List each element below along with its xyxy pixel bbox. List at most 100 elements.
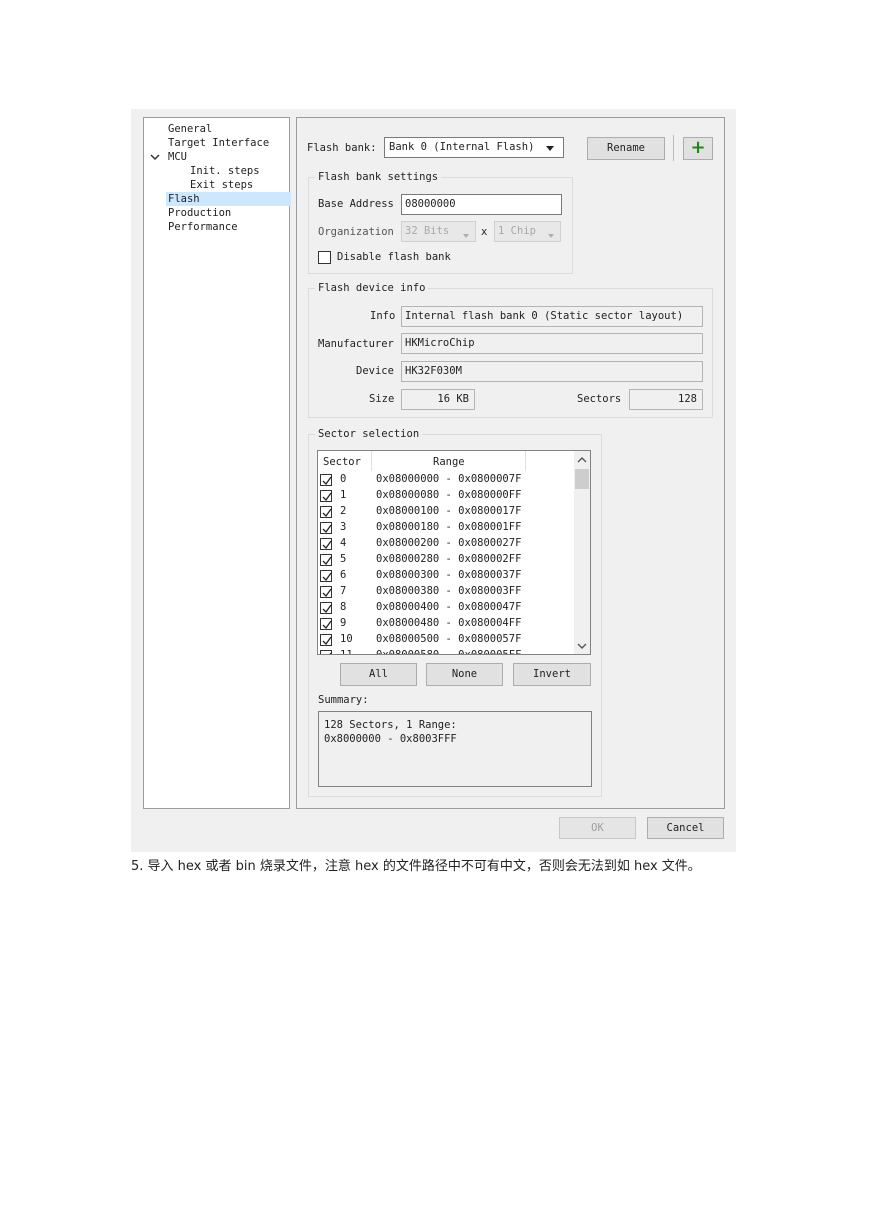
scroll-down-icon[interactable] [577, 641, 587, 653]
sector-range: 0x08000180 - 0x080001FF [376, 521, 522, 533]
organization-chips-select[interactable]: 1 Chip [494, 221, 561, 242]
summary-box: 128 Sectors, 1 Range: 0x8000000 - 0x8003… [318, 711, 592, 787]
dropdown-arrow-icon [547, 228, 555, 247]
sector-list[interactable]: Sector Range 0 0x08000000 - 0x0800007F 1 0x… [317, 450, 591, 655]
organization-label: Organization [318, 226, 394, 238]
sector-checkbox[interactable] [320, 634, 332, 646]
flash-bank-label: Flash bank: [307, 142, 377, 154]
sector-checkbox[interactable] [320, 586, 332, 598]
tree-item-performance[interactable]: Performance [168, 220, 238, 234]
sector-checkbox[interactable] [320, 650, 332, 654]
summary-line-1: 128 Sectors, 1 Range: [324, 719, 457, 731]
sector-number: 1 [340, 489, 347, 501]
sector-selection-title: Sector selection [315, 427, 423, 441]
sector-checkbox[interactable] [320, 490, 332, 502]
sector-number: 8 [340, 601, 347, 613]
scroll-up-icon[interactable] [577, 455, 587, 467]
sector-range: 0x08000200 - 0x0800027F [376, 537, 522, 549]
sector-number: 5 [340, 553, 347, 565]
disable-flash-bank-checkbox[interactable] [318, 251, 331, 264]
tree-item-production[interactable]: Production [168, 206, 231, 220]
sector-number: 7 [340, 585, 347, 597]
select-none-button[interactable]: None [426, 663, 503, 686]
sector-column-header[interactable]: Sector [318, 451, 372, 471]
base-address-label: Base Address [318, 198, 394, 210]
base-address-input[interactable]: 08000000 [401, 194, 562, 215]
cancel-button[interactable]: Cancel [647, 817, 724, 839]
dropdown-arrow-icon [545, 143, 555, 153]
sector-range: 0x08000100 - 0x0800017F [376, 505, 522, 517]
sector-number: 9 [340, 617, 347, 629]
range-column-header[interactable]: Range [372, 451, 526, 471]
sector-range: 0x08000080 - 0x080000FF [376, 489, 522, 501]
table-row[interactable]: 6 0x08000300 - 0x0800037F [318, 568, 573, 584]
sector-range: 0x08000000 - 0x0800007F [376, 473, 522, 485]
sector-checkbox[interactable] [320, 554, 332, 566]
sector-range: 0x08000580 - 0x080005FF [376, 649, 522, 655]
table-row[interactable]: 2 0x08000100 - 0x0800017F [318, 504, 573, 520]
invert-selection-button[interactable]: Invert [513, 663, 591, 686]
table-row[interactable]: 9 0x08000480 - 0x080004FF [318, 616, 573, 632]
sector-number: 0 [340, 473, 347, 485]
sector-checkbox[interactable] [320, 538, 332, 550]
size-label: Size [369, 393, 395, 405]
rename-button[interactable]: Rename [587, 137, 665, 160]
sector-number: 2 [340, 505, 347, 517]
sectors-field[interactable]: 128 [629, 389, 703, 410]
info-field[interactable]: Internal flash bank 0 (Static sector lay… [401, 306, 703, 327]
table-row[interactable]: 5 0x08000280 - 0x080002FF [318, 552, 573, 568]
sector-checkbox[interactable] [320, 522, 332, 534]
organization-chips-value: 1 Chip [498, 225, 536, 237]
tree-item-target-interface[interactable]: Target Interface [168, 136, 269, 150]
manufacturer-field[interactable]: HKMicroChip [401, 333, 703, 354]
settings-tree[interactable]: General Target Interface MCU Init. steps… [143, 117, 291, 809]
select-all-button[interactable]: All [340, 663, 417, 686]
table-row[interactable]: 8 0x08000400 - 0x0800047F [318, 600, 573, 616]
sector-checkbox[interactable] [320, 506, 332, 518]
table-row[interactable]: 4 0x08000200 - 0x0800027F [318, 536, 573, 552]
table-row[interactable]: 0 0x08000000 - 0x0800007F [318, 472, 573, 488]
sector-number: 3 [340, 521, 347, 533]
size-field[interactable]: 16 KB [401, 389, 475, 410]
info-label: Info [370, 310, 396, 322]
table-row[interactable]: 3 0x08000180 - 0x080001FF [318, 520, 573, 536]
sector-range: 0x08000500 - 0x0800057F [376, 633, 522, 645]
dropdown-arrow-icon [462, 228, 470, 247]
summary-line-2: 0x8000000 - 0x8003FFF [324, 733, 457, 745]
tree-item-init-steps[interactable]: Init. steps [190, 164, 260, 178]
sectors-label: Sectors [577, 393, 622, 405]
flash-bank-select[interactable]: Bank 0 (Internal Flash) [384, 137, 564, 158]
device-field[interactable]: HK32F030M [401, 361, 703, 382]
table-row[interactable]: 11 0x08000580 - 0x080005FF [318, 648, 573, 655]
sector-checkbox[interactable] [320, 570, 332, 582]
sector-number: 11 [340, 649, 353, 655]
sector-range: 0x08000480 - 0x080004FF [376, 617, 522, 629]
table-row[interactable]: 10 0x08000500 - 0x0800057F [318, 632, 573, 648]
flash-bank-settings-title: Flash bank settings [315, 170, 442, 184]
sector-checkbox[interactable] [320, 474, 332, 486]
add-bank-button[interactable]: + [683, 137, 713, 160]
scrollbar-thumb[interactable] [575, 469, 589, 489]
device-label: Device [356, 365, 394, 377]
sector-range: 0x08000300 - 0x0800037F [376, 569, 522, 581]
disable-flash-bank-label: Disable flash bank [337, 251, 451, 263]
sector-range: 0x08000380 - 0x080003FF [376, 585, 522, 597]
sector-checkbox[interactable] [320, 618, 332, 630]
table-row[interactable]: 1 0x08000080 - 0x080000FF [318, 488, 573, 504]
tree-item-exit-steps[interactable]: Exit steps [190, 178, 253, 192]
tree-item-mcu[interactable]: MCU [168, 150, 187, 164]
ok-button[interactable]: OK [559, 817, 636, 839]
tree-item-general[interactable]: General [168, 122, 212, 136]
sector-range: 0x08000280 - 0x080002FF [376, 553, 522, 565]
summary-label: Summary: [318, 694, 369, 706]
tree-item-flash[interactable]: Flash [166, 192, 291, 206]
chevron-down-icon[interactable] [149, 150, 161, 164]
organization-times-label: x [481, 226, 488, 238]
sector-number: 10 [340, 633, 353, 645]
sector-number: 6 [340, 569, 347, 581]
organization-bits-value: 32 Bits [405, 225, 450, 237]
sector-checkbox[interactable] [320, 602, 332, 614]
table-row[interactable]: 7 0x08000380 - 0x080003FF [318, 584, 573, 600]
organization-bits-select[interactable]: 32 Bits [401, 221, 476, 242]
sector-list-scrollbar[interactable] [574, 451, 590, 654]
